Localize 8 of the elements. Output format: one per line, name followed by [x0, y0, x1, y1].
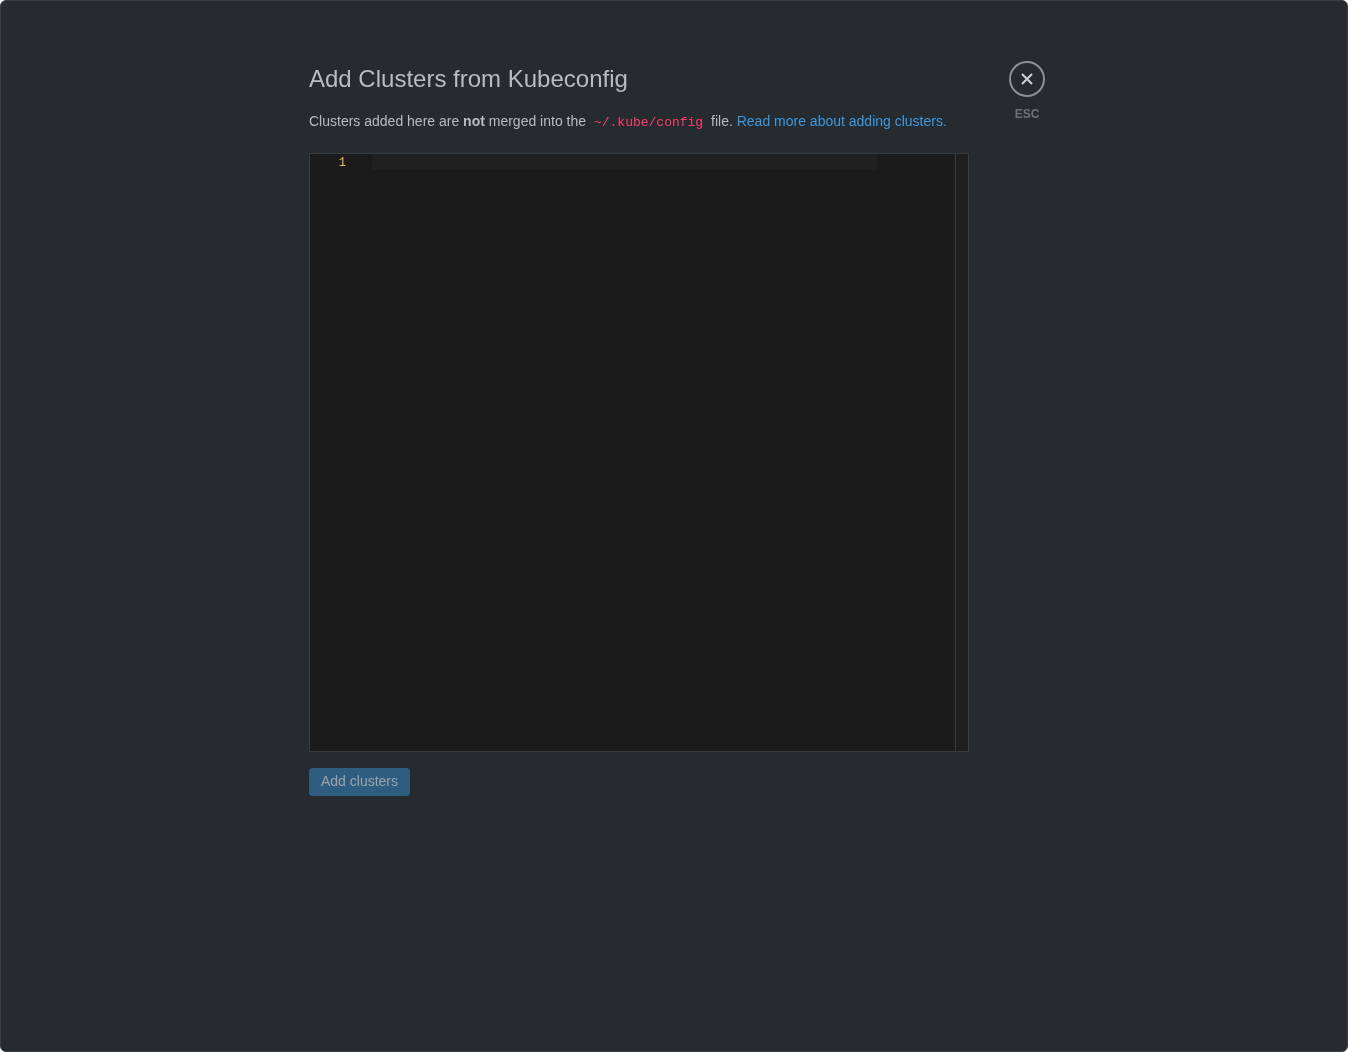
- code-editor[interactable]: 1: [309, 152, 969, 752]
- close-icon: [1020, 72, 1034, 86]
- read-more-link[interactable]: Read more about adding clusters.: [736, 113, 947, 129]
- close-button[interactable]: [1009, 61, 1045, 97]
- dialog-title: Add Clusters from Kubeconfig: [309, 64, 629, 94]
- line-number: 1: [338, 154, 346, 171]
- esc-label: ESC: [1014, 106, 1040, 123]
- description-text: Clusters added here are not merged into the ~/.kube/config file. Read more about adding clusters.: [309, 112, 948, 132]
